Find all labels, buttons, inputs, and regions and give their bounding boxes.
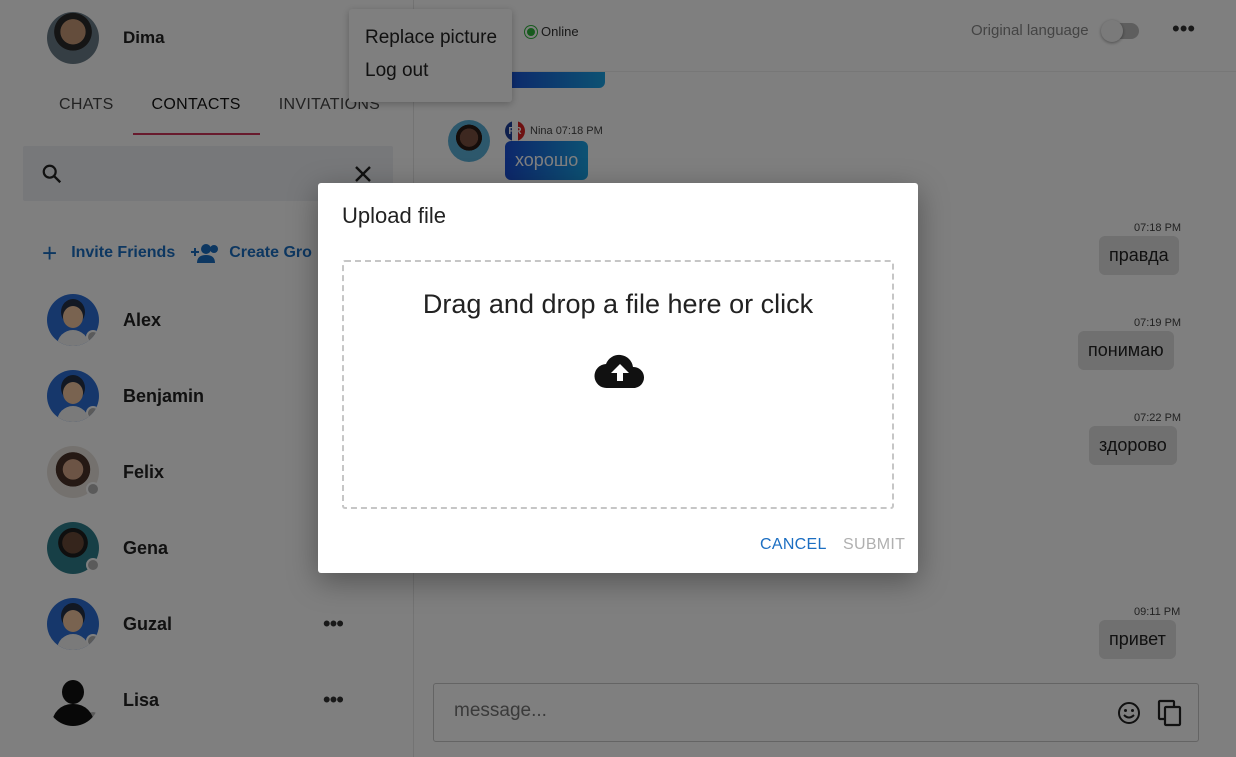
upload-file-dialog: Upload file Drag and drop a file here or… [318,183,918,573]
dialog-title: Upload file [342,203,446,228]
dropzone-text: Drag and drop a file here or click [422,289,814,319]
cancel-button[interactable]: CANCEL [760,536,827,554]
submit-button[interactable]: SUBMIT [843,536,905,554]
file-dropzone[interactable]: Drag and drop a file here or click [342,260,894,509]
cloud-upload-icon [594,354,645,389]
